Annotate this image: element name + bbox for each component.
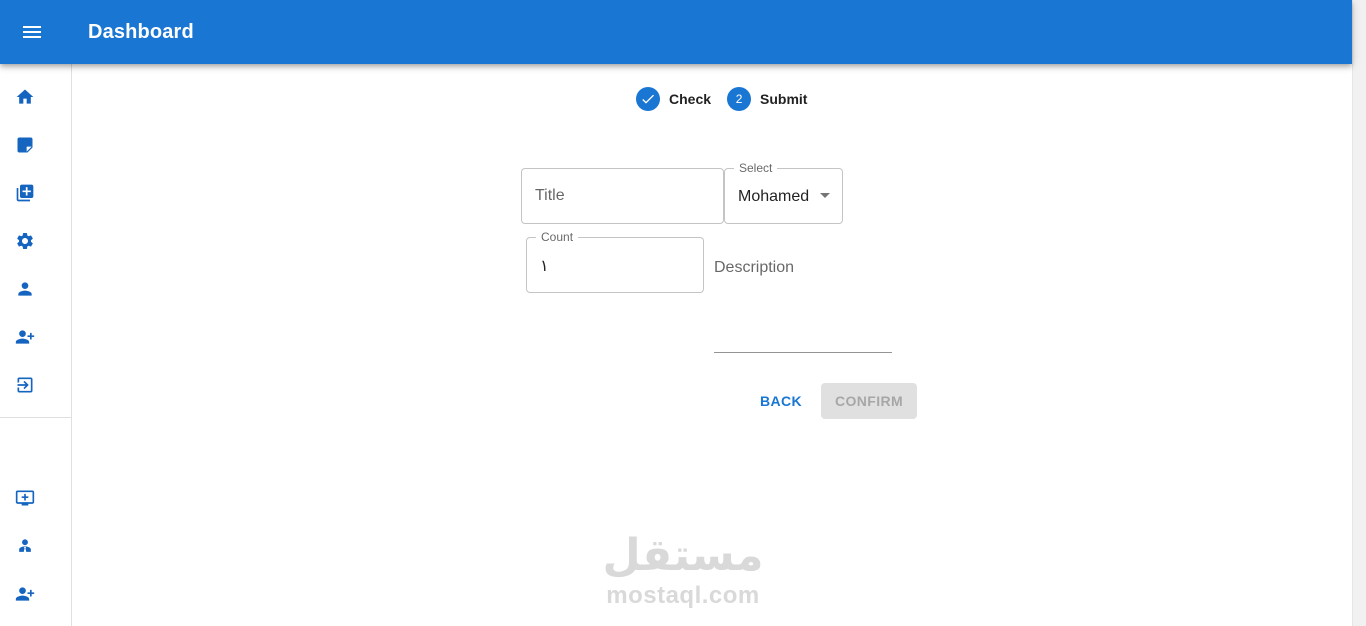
- library-add-icon: [16, 184, 34, 202]
- select-label: Select: [734, 161, 778, 175]
- menu-icon: [23, 26, 41, 38]
- step-completed-indicator: [636, 87, 660, 111]
- sidebar-item-supervisor[interactable]: [0, 522, 71, 570]
- logout-icon: [17, 377, 33, 393]
- person-add-icon: [15, 587, 35, 601]
- title-placeholder: Title: [535, 187, 565, 204]
- person-icon: [18, 282, 32, 296]
- sidebar-item-add-member[interactable]: [0, 570, 71, 618]
- stepper: Check 2 Submit: [636, 86, 807, 112]
- step-label: Check: [669, 91, 712, 107]
- scrollbar[interactable]: [1352, 0, 1366, 626]
- note-icon: [17, 137, 33, 153]
- description-placeholder: Description: [714, 259, 795, 276]
- home-icon: [16, 89, 34, 104]
- sidebar-item-settings[interactable]: [0, 217, 71, 265]
- step-submit: 2 Submit: [727, 87, 807, 111]
- count-value: ١: [540, 258, 549, 275]
- settings-icon: [17, 233, 33, 249]
- sidebar: [0, 64, 72, 626]
- count-input[interactable]: Count ١: [526, 230, 704, 293]
- step-label: Submit: [760, 91, 808, 107]
- watermark-arabic: مستقل: [602, 530, 764, 581]
- page-title: Dashboard: [88, 21, 194, 43]
- app-bar: Dashboard: [0, 0, 1352, 64]
- menu-button[interactable]: [12, 12, 52, 52]
- confirm-button: CONFIRM: [821, 383, 917, 419]
- check-icon: [642, 94, 654, 104]
- step-check: Check: [636, 87, 711, 111]
- description-underline: [714, 352, 892, 353]
- add-to-queue-icon: [15, 490, 35, 506]
- sidebar-item-home[interactable]: [0, 73, 71, 121]
- user-select[interactable]: Select Mohamed: [724, 161, 843, 224]
- sidebar-item-notes[interactable]: [0, 121, 71, 169]
- count-label: Count: [536, 230, 579, 244]
- sidebar-item-add-user[interactable]: [0, 313, 71, 361]
- supervisor-icon: [19, 539, 31, 552]
- arrow-drop-down-icon: [820, 193, 830, 198]
- sidebar-item-add[interactable]: [0, 169, 71, 217]
- sidebar-item-add-screen[interactable]: [0, 474, 71, 522]
- title-input[interactable]: Title: [521, 168, 724, 224]
- watermark-latin: mostaql.com: [606, 582, 760, 609]
- select-value: Mohamed: [738, 188, 810, 205]
- back-button[interactable]: BACK: [750, 383, 812, 419]
- mostaql-watermark: مستقل mostaql.com: [600, 530, 766, 614]
- step-number: 2: [727, 87, 752, 111]
- sidebar-item-profile[interactable]: [0, 265, 71, 313]
- sidebar-item-logout[interactable]: [0, 361, 71, 409]
- sidebar-divider: [0, 417, 71, 418]
- person-add-icon: [15, 330, 35, 344]
